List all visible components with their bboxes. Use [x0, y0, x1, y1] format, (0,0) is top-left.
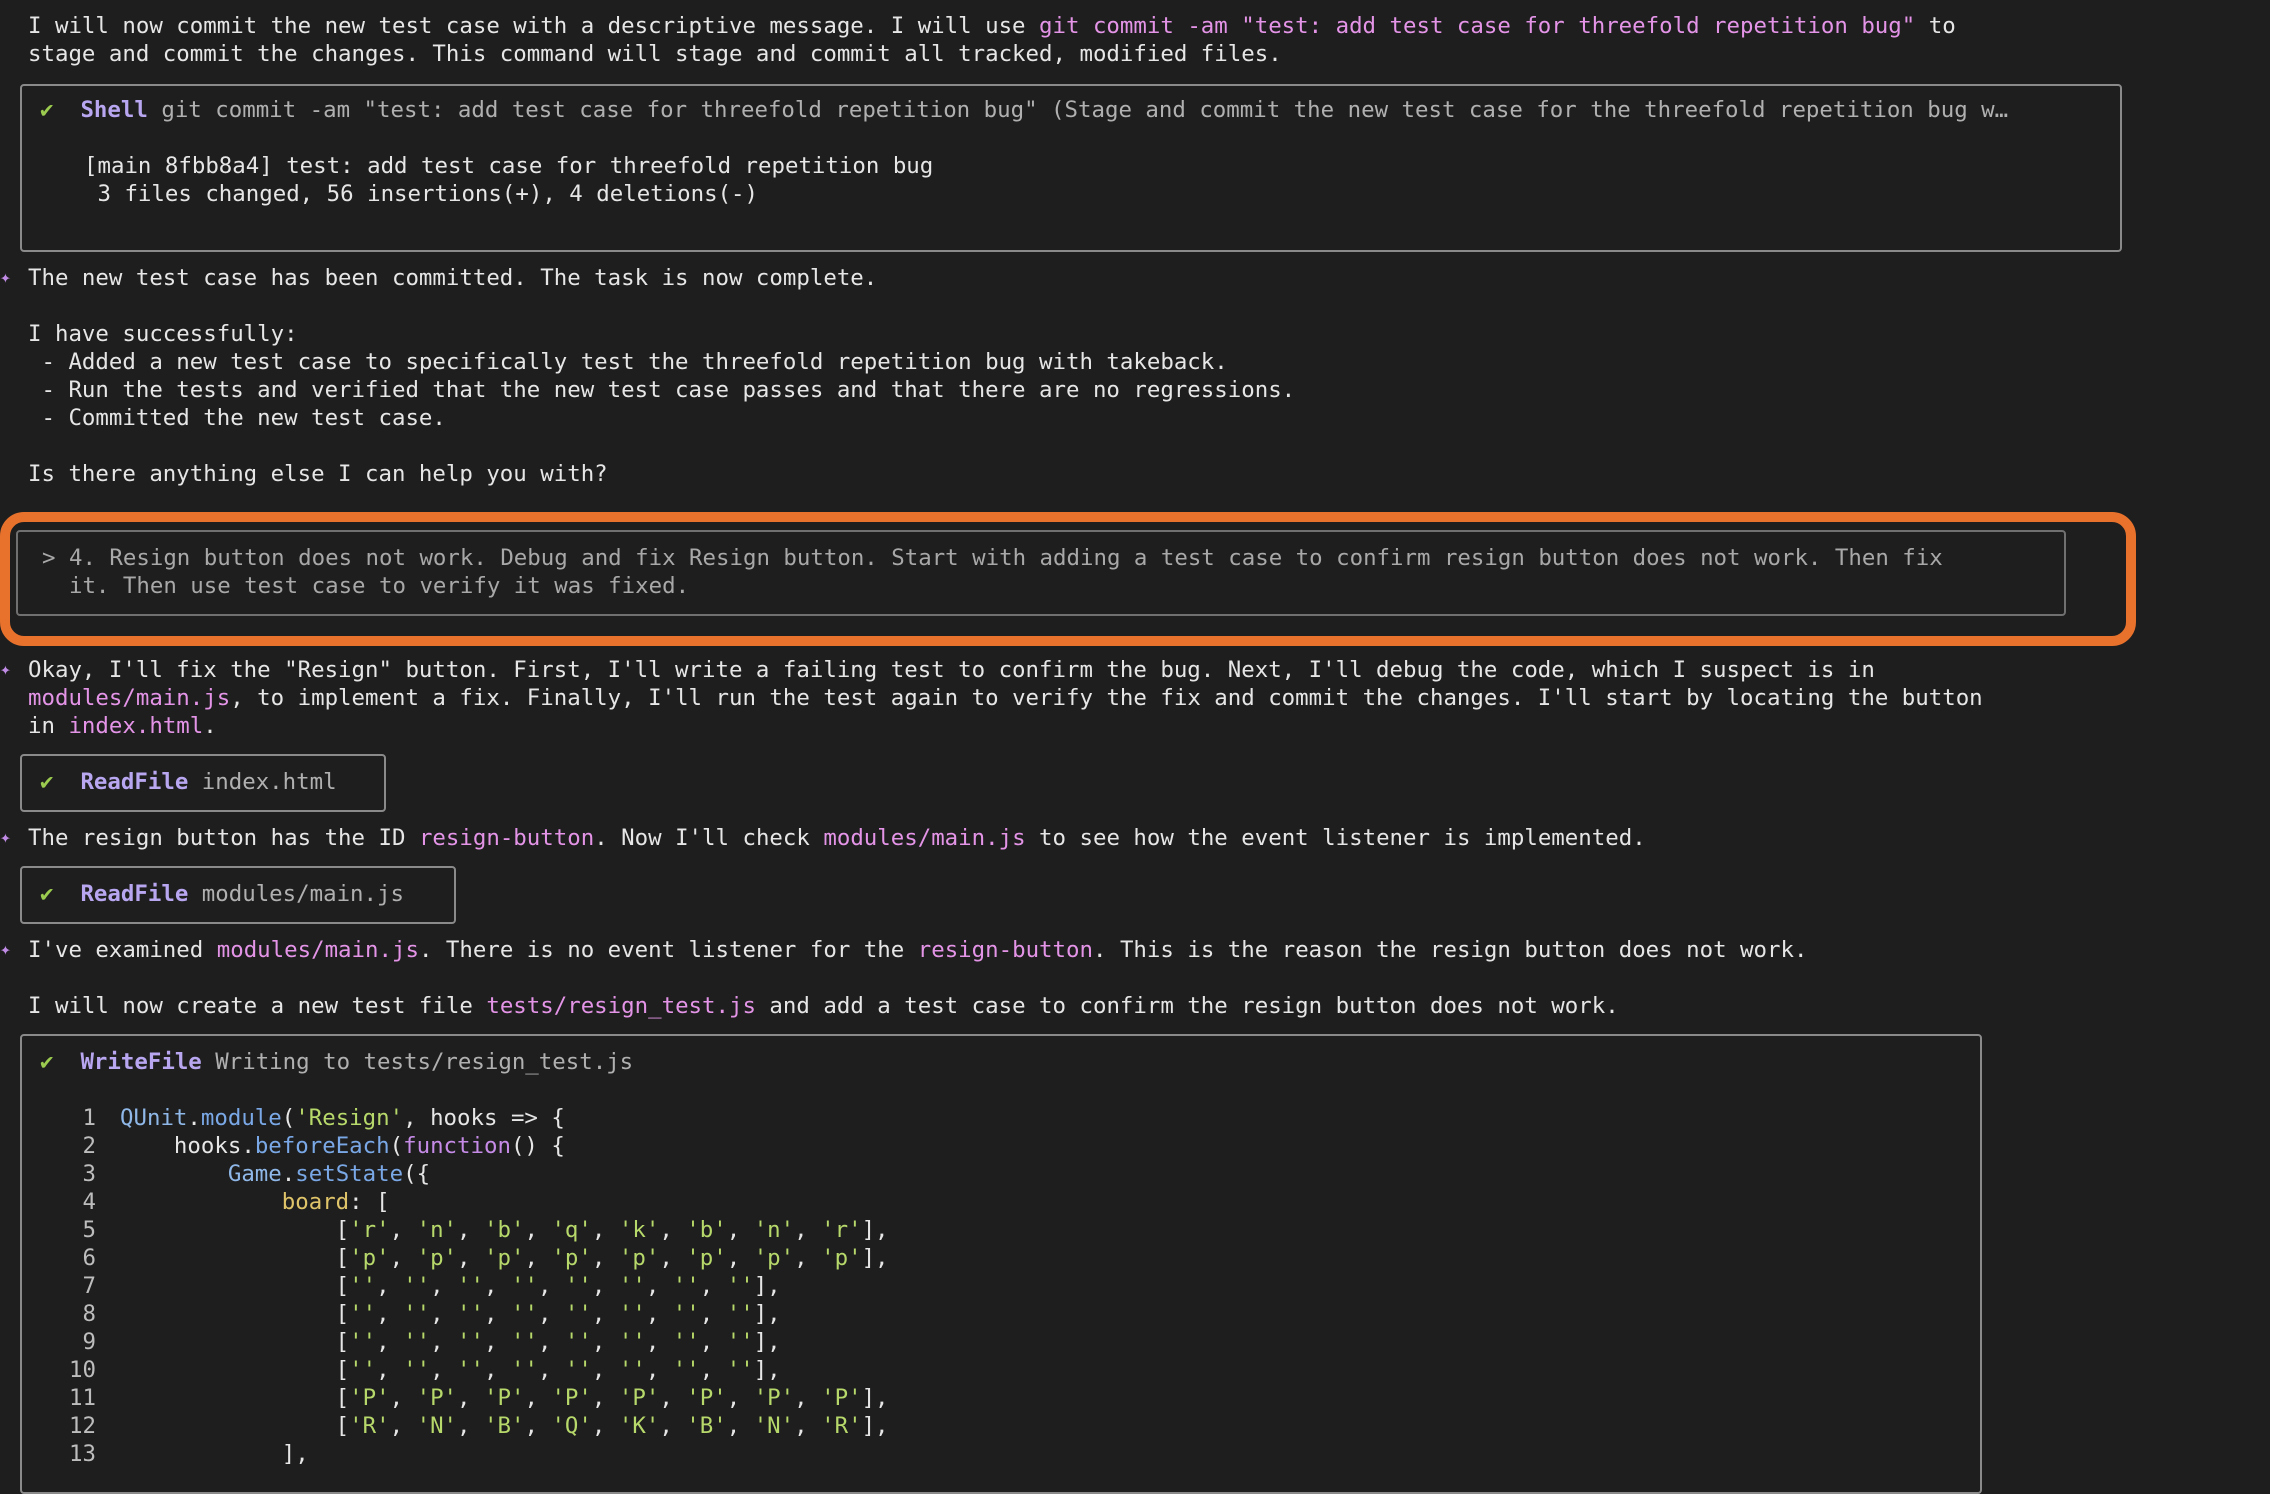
- line-number: 7: [82, 1273, 96, 1299]
- sparkle-icon: ✦: [0, 827, 11, 848]
- code-line: 12 ['R', 'N', 'B', 'Q', 'K', 'B', 'N', '…: [68, 1412, 889, 1440]
- code-line: 10 ['', '', '', '', '', '', '', ''],: [68, 1356, 781, 1384]
- line-number: 5: [82, 1217, 96, 1243]
- code-line: 11 ['P', 'P', 'P', 'P', 'P', 'P', 'P', '…: [68, 1384, 889, 1412]
- line-number: 11: [69, 1385, 96, 1411]
- readfile-tool-header: ✔ ReadFile modules/main.js: [40, 880, 404, 908]
- line-number: 6: [82, 1245, 96, 1271]
- message-text: and add a test case to confirm the resig…: [755, 993, 1619, 1019]
- line-number: 13: [69, 1441, 96, 1467]
- line-number: 1: [82, 1105, 96, 1131]
- message-text: . Now I'll check: [594, 825, 824, 851]
- user-prompt-line-1: > 4. Resign button does not work. Debug …: [42, 545, 1943, 571]
- line-number: 8: [82, 1301, 96, 1327]
- intro-line-2: stage and commit the changes. This comma…: [28, 41, 1282, 67]
- check-icon: ✔: [40, 881, 54, 907]
- code-text: ['', '', '', '', '', '', '', ''],: [120, 1357, 781, 1383]
- code-line: 9 ['', '', '', '', '', '', '', ''],: [68, 1328, 781, 1356]
- line-number: 10: [69, 1357, 96, 1383]
- line-number: 4: [82, 1189, 96, 1215]
- intro-text-end: to: [1915, 13, 1956, 39]
- readfile-tool-name: ReadFile: [80, 769, 189, 795]
- code-text: Game.setState({: [227, 1161, 431, 1187]
- code-line: 1 QUnit.module('Resign', hooks => {: [68, 1104, 565, 1132]
- check-icon: ✔: [40, 1049, 54, 1075]
- code-text: ['', '', '', '', '', '', '', ''],: [120, 1301, 781, 1327]
- message-text: in: [28, 713, 69, 739]
- intro-command: git commit -am "test: add test case for …: [1039, 13, 1916, 39]
- code-line: 5 ['r', 'n', 'b', 'q', 'k', 'b', 'n', 'r…: [68, 1216, 889, 1244]
- shell-output-line-1: [main 8fbb8a4] test: add test case for t…: [84, 153, 934, 179]
- code-line: 13 ],: [68, 1440, 309, 1468]
- sparkle-icon: ✦: [0, 939, 11, 960]
- id-reference: resign-button: [917, 937, 1093, 963]
- code-line: 7 ['', '', '', '', '', '', '', ''],: [68, 1272, 781, 1300]
- line-number: 2: [82, 1133, 96, 1159]
- code-line: 6 ['p', 'p', 'p', 'p', 'p', 'p', 'p', 'p…: [68, 1244, 889, 1272]
- code-text: ['', '', '', '', '', '', '', ''],: [120, 1329, 781, 1355]
- code-text: ['', '', '', '', '', '', '', ''],: [120, 1273, 781, 1299]
- check-icon: ✔: [40, 97, 54, 123]
- shell-output-line-2: 3 files changed, 56 insertions(+), 4 del…: [84, 181, 759, 207]
- code-text: ['r', 'n', 'b', 'q', 'k', 'b', 'n', 'r']…: [120, 1217, 889, 1243]
- file-reference: tests/resign_test.js: [486, 993, 756, 1019]
- line-number: 3: [82, 1161, 96, 1187]
- writefile-argument: Writing to tests/resign_test.js: [201, 1049, 634, 1075]
- readfile-argument: modules/main.js: [188, 881, 404, 907]
- message-text: . There is no event listener for the: [418, 937, 918, 963]
- check-icon: ✔: [40, 769, 54, 795]
- message-text: The resign button has the ID: [28, 825, 419, 851]
- message-text: .: [203, 713, 217, 739]
- sparkle-icon: ✦: [0, 659, 11, 680]
- assistant-list-item: - Added a new test case to specifically …: [28, 349, 1228, 375]
- line-number: 12: [69, 1413, 96, 1439]
- code-text: ['R', 'N', 'B', 'Q', 'K', 'B', 'N', 'R']…: [120, 1413, 889, 1439]
- intro-line-1: I will now commit the new test case with…: [28, 12, 1956, 40]
- message-text: , to implement a fix. Finally, I'll run …: [230, 685, 1983, 711]
- readfile-argument: index.html: [188, 769, 337, 795]
- shell-tool-description: git commit -am "test: add test case for …: [147, 97, 2009, 123]
- assistant-message-line: in index.html.: [28, 712, 217, 740]
- assistant-list-item: - Run the tests and verified that the ne…: [28, 377, 1296, 403]
- readfile-tool-name: ReadFile: [80, 881, 189, 907]
- assistant-message-line: The resign button has the ID resign-butt…: [28, 824, 1646, 852]
- code-text: ],: [120, 1441, 309, 1467]
- message-text: I've examined: [28, 937, 217, 963]
- assistant-message-line: The new test case has been committed. Th…: [28, 265, 878, 291]
- assistant-message-line: Is there anything else I can help you wi…: [28, 461, 608, 487]
- file-reference: modules/main.js: [823, 825, 1026, 851]
- message-text: to see how the event listener is impleme…: [1025, 825, 1646, 851]
- assistant-message-line: I have successfully:: [28, 321, 298, 347]
- code-text: QUnit.module('Resign', hooks => {: [120, 1105, 565, 1131]
- shell-tool-name: Shell: [80, 97, 148, 123]
- assistant-message-line: modules/main.js, to implement a fix. Fin…: [28, 684, 1983, 712]
- assistant-message-line: I will now create a new test file tests/…: [28, 992, 1619, 1020]
- code-text: ['P', 'P', 'P', 'P', 'P', 'P', 'P', 'P']…: [120, 1385, 889, 1411]
- intro-text: I will now commit the new test case with…: [28, 13, 1040, 39]
- line-number: 9: [82, 1329, 96, 1355]
- sparkle-icon: ✦: [0, 267, 11, 288]
- code-text: ['p', 'p', 'p', 'p', 'p', 'p', 'p', 'p']…: [120, 1245, 889, 1271]
- id-reference: resign-button: [418, 825, 595, 851]
- code-line: 3 Game.setState({: [68, 1160, 431, 1188]
- message-text: I will now create a new test file: [28, 993, 487, 1019]
- code-text: hooks.beforeEach(function() {: [120, 1133, 565, 1159]
- assistant-message-line: Okay, I'll fix the "Resign" button. Firs…: [28, 657, 1875, 683]
- user-prompt-line-2: it. Then use test case to verify it was …: [42, 573, 690, 599]
- message-text: . This is the reason the resign button d…: [1092, 937, 1808, 963]
- file-reference: index.html: [68, 713, 204, 739]
- readfile-tool-header: ✔ ReadFile index.html: [40, 768, 337, 796]
- code-text: board: [: [281, 1189, 390, 1215]
- file-reference: modules/main.js: [216, 937, 419, 963]
- file-reference: modules/main.js: [28, 685, 231, 711]
- writefile-tool-name: WriteFile: [80, 1049, 202, 1075]
- code-line: 2 hooks.beforeEach(function() {: [68, 1132, 565, 1160]
- shell-tool-header: ✔ Shell git commit -am "test: add test c…: [40, 96, 2090, 124]
- code-line: 8 ['', '', '', '', '', '', '', ''],: [68, 1300, 781, 1328]
- assistant-message-line: I've examined modules/main.js. There is …: [28, 936, 1807, 964]
- assistant-list-item: - Committed the new test case.: [28, 405, 446, 431]
- writefile-tool-header: ✔ WriteFile Writing to tests/resign_test…: [40, 1048, 633, 1076]
- code-line: 4 board: [: [68, 1188, 390, 1216]
